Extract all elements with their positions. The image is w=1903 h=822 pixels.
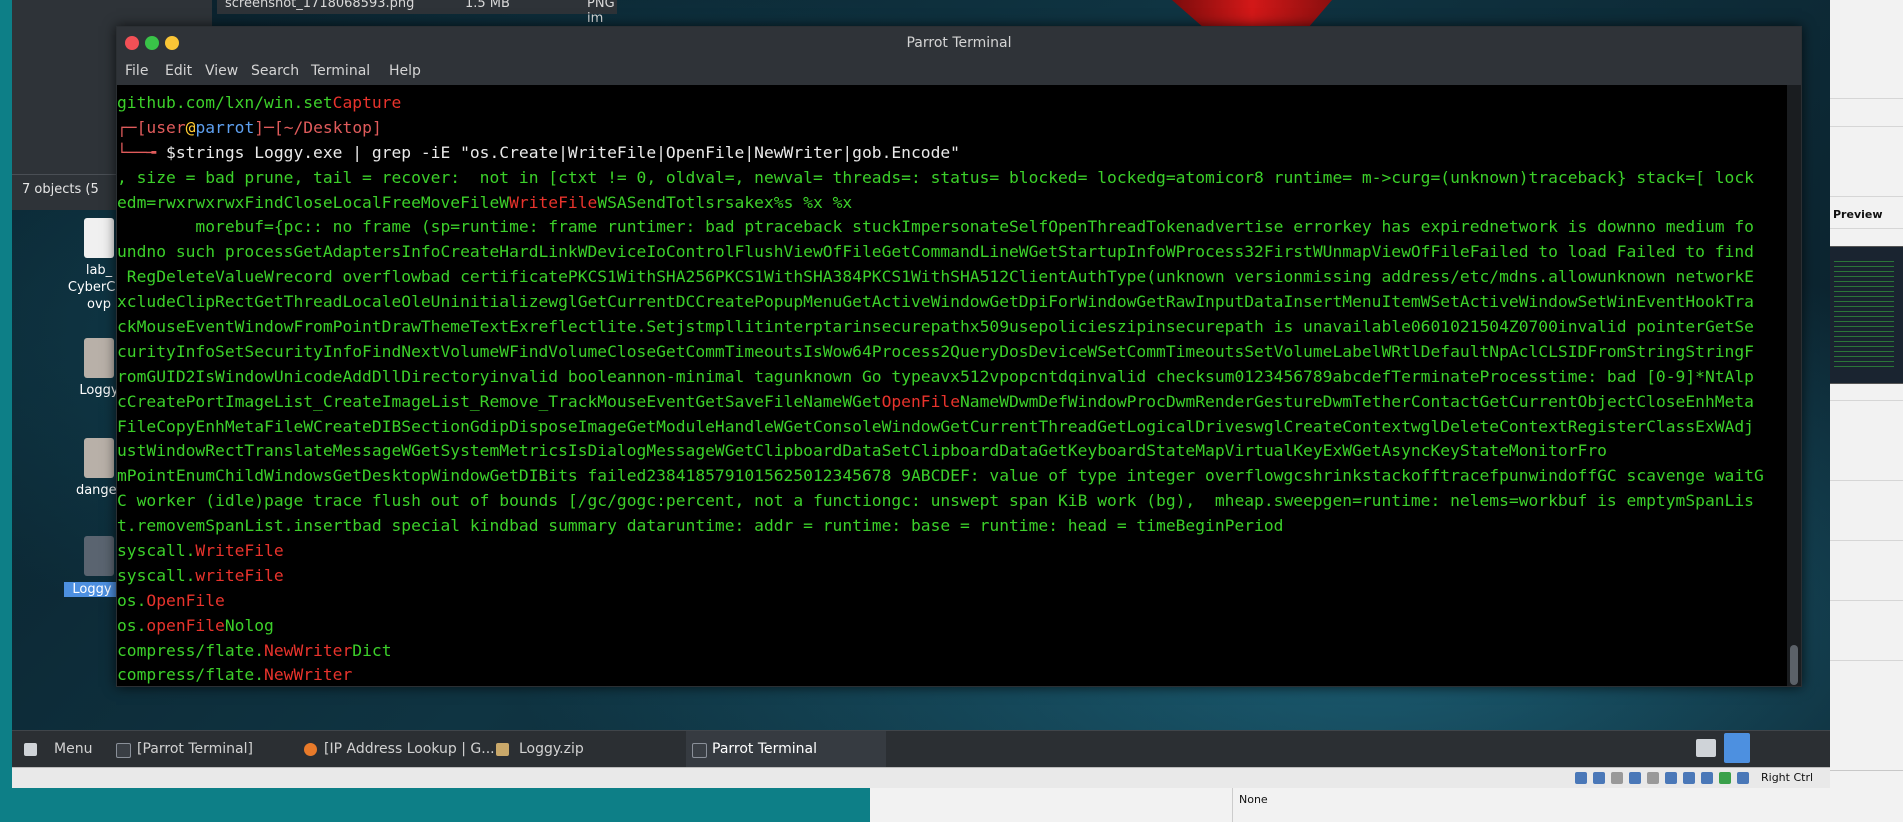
- terminal-output: github.com/lxn/win.setCapture ┌─[user@par…: [117, 93, 1764, 685]
- terminal-icon: [692, 743, 707, 758]
- terminal-window[interactable]: Parrot Terminal File Edit View Search Te…: [116, 26, 1802, 687]
- gear-icon[interactable]: [84, 536, 114, 576]
- terminal-icon: [116, 743, 131, 758]
- menu-file[interactable]: File: [125, 63, 148, 79]
- menu-grid-icon[interactable]: [24, 743, 37, 756]
- file-manager-status: 7 objects (5: [22, 182, 99, 197]
- start-menu-button[interactable]: Menu: [54, 741, 92, 757]
- firefox-icon: [304, 743, 317, 756]
- menu-terminal[interactable]: Terminal: [311, 63, 370, 79]
- task-ip-lookup[interactable]: [IP Address Lookup | G...: [324, 741, 495, 757]
- prompt-host: parrot: [195, 117, 255, 137]
- menu-help[interactable]: Help: [389, 63, 421, 79]
- network-icon[interactable]: [1629, 772, 1641, 784]
- archive-icon: [496, 743, 509, 756]
- file-icon[interactable]: [84, 218, 114, 258]
- keyboard-icon[interactable]: [1696, 739, 1716, 757]
- preview-label: Preview: [1833, 208, 1883, 221]
- terminal-scrollbar[interactable]: [1787, 85, 1801, 686]
- host-none-value: None: [1239, 793, 1268, 806]
- file-type: PNG im: [587, 0, 615, 26]
- vm-guest-display[interactable]: 7 objects (5 screenshot_1718068593.png 1…: [12, 0, 1830, 788]
- scrollbar-thumb[interactable]: [1790, 645, 1798, 685]
- file-name: screenshot_1718068593.png: [225, 0, 415, 11]
- harddisk-icon[interactable]: [1575, 772, 1587, 784]
- zip-icon[interactable]: [84, 438, 114, 478]
- usb-icon[interactable]: [1647, 772, 1659, 784]
- task-parrot-terminal-2[interactable]: Parrot Terminal: [712, 741, 817, 757]
- zip-icon[interactable]: [84, 338, 114, 378]
- workspace-icon[interactable]: [1724, 733, 1750, 763]
- terminal-screen[interactable]: github.com/lxn/win.setCapture ┌─[user@par…: [117, 85, 1787, 686]
- menu-search[interactable]: Search: [251, 63, 299, 79]
- shared-folder-icon[interactable]: [1665, 772, 1677, 784]
- menu-view[interactable]: View: [205, 63, 238, 79]
- task-loggy-zip[interactable]: Loggy.zip: [519, 741, 584, 757]
- terminal-menubar: File Edit View Search Terminal Help: [117, 59, 1801, 85]
- host-key-label: Right Ctrl: [1761, 771, 1814, 784]
- prompt-user: user: [146, 117, 186, 137]
- task-parrot-terminal-1[interactable]: [Parrot Terminal]: [137, 741, 253, 757]
- wallpaper-shape: [1172, 0, 1332, 28]
- typed-command: $strings Loggy.exe | grep -iE "os.Create…: [166, 142, 960, 162]
- guest-taskbar: Menu [Parrot Terminal] [IP Address Looku…: [12, 730, 1830, 770]
- preview-thumbnail: [1829, 246, 1903, 384]
- prompt-path: ~/Desktop: [283, 117, 372, 137]
- desktop-icon-label-selected: Loggy: [64, 582, 120, 597]
- menu-edit[interactable]: Edit: [165, 63, 192, 79]
- recording-icon[interactable]: [1701, 772, 1713, 784]
- mouse-integration-icon[interactable]: [1737, 772, 1749, 784]
- optical-drive-icon[interactable]: [1593, 772, 1605, 784]
- cpu-icon[interactable]: [1719, 772, 1731, 784]
- terminal-titlebar[interactable]: Parrot Terminal: [117, 27, 1801, 59]
- host-preview-panel: Preview: [1820, 0, 1903, 821]
- file-list-row[interactable]: screenshot_1718068593.png 1.5 MB PNG im: [217, 0, 617, 26]
- window-title: Parrot Terminal: [906, 35, 1012, 51]
- audio-icon[interactable]: [1611, 772, 1623, 784]
- display-icon[interactable]: [1683, 772, 1695, 784]
- virtualbox-statusbar: Right Ctrl: [12, 767, 1830, 788]
- file-size: 1.5 MB: [465, 0, 510, 11]
